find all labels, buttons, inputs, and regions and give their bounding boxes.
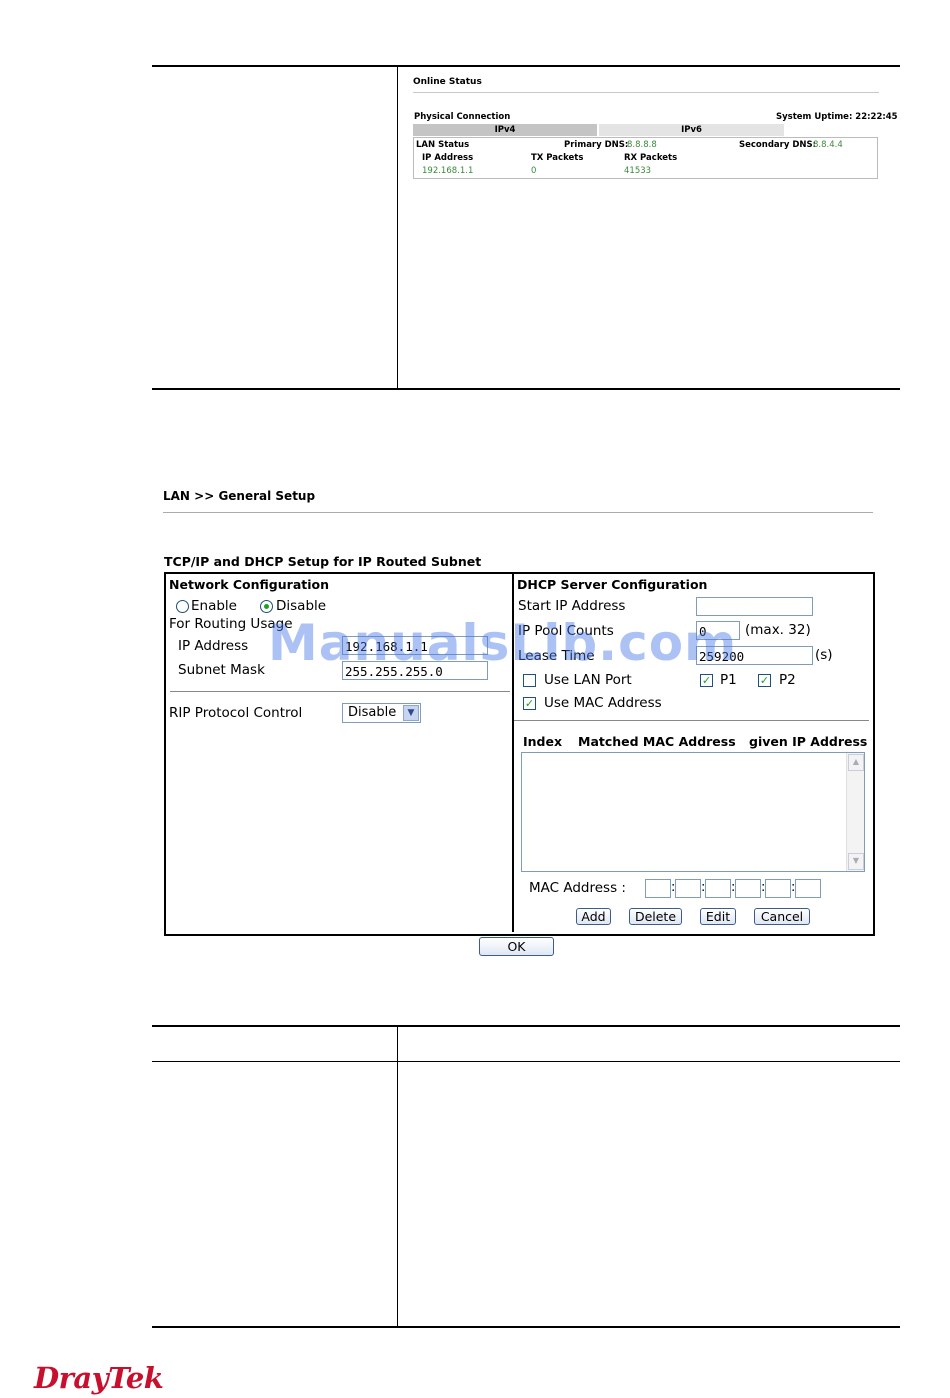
col-index: Index <box>523 734 563 749</box>
val-tx-packets: 0 <box>531 166 537 176</box>
bottom-table-header-rule <box>152 1061 900 1062</box>
secondary-dns-label: Secondary DNS: <box>739 140 817 150</box>
cancel-button[interactable]: Cancel <box>754 908 810 925</box>
mac-address-label: MAC Address : <box>529 880 626 896</box>
mac-list-box[interactable]: ▲ ▼ <box>521 752 865 872</box>
mac-octet-5[interactable] <box>765 879 791 898</box>
system-uptime: System Uptime: 22:22:45 <box>776 112 898 122</box>
col-tx-packets: TX Packets <box>531 153 584 163</box>
mac-octet-2[interactable] <box>675 879 701 898</box>
val-rx-packets: 41533 <box>624 166 652 176</box>
dhcp-config-title: DHCP Server Configuration <box>517 577 708 592</box>
use-mac-label: Use MAC Address <box>544 695 662 711</box>
top-table-top-rule <box>152 65 900 67</box>
bottom-table-bottom-rule <box>152 1326 900 1328</box>
use-lan-port-checkbox[interactable] <box>523 674 536 687</box>
bottom-table-divider <box>397 1027 398 1326</box>
rip-select-value: Disable <box>348 705 397 720</box>
add-button[interactable]: Add <box>576 908 611 925</box>
lan-status-label: LAN Status <box>416 140 470 150</box>
col-given-ip: given IP Address <box>749 734 868 749</box>
p2-label: P2 <box>779 672 796 688</box>
val-ip-address: 192.168.1.1 <box>422 166 474 176</box>
mac-colon-3: : <box>731 880 736 895</box>
bottom-table-top-rule <box>152 1025 900 1027</box>
online-status-rule <box>413 92 879 93</box>
ok-button[interactable]: OK <box>479 937 554 956</box>
scrollbar[interactable]: ▲ ▼ <box>846 753 864 871</box>
primary-dns-label: Primary DNS: <box>564 140 629 150</box>
mac-octet-4[interactable] <box>735 879 761 898</box>
col-rx-packets: RX Packets <box>624 153 678 163</box>
delete-button[interactable]: Delete <box>629 908 682 925</box>
top-table-bottom-rule <box>152 388 900 390</box>
breadcrumb-rule <box>163 512 873 513</box>
enable-label: Enable <box>191 598 237 614</box>
subnet-mask-label: Subnet Mask <box>178 662 265 678</box>
p1-label: P1 <box>720 672 737 688</box>
edit-button[interactable]: Edit <box>700 908 736 925</box>
chevron-down-icon[interactable]: ▼ <box>403 705 419 721</box>
mac-octet-3[interactable] <box>705 879 731 898</box>
disable-radio[interactable] <box>260 600 273 613</box>
use-mac-checkbox[interactable]: ✓ <box>523 697 536 710</box>
start-ip-label: Start IP Address <box>518 598 626 614</box>
enable-radio[interactable] <box>176 600 189 613</box>
scroll-up-icon[interactable]: ▲ <box>848 754 864 771</box>
mac-octet-1[interactable] <box>645 879 671 898</box>
rip-select[interactable]: Disable ▼ <box>342 703 421 723</box>
use-lan-port-label: Use LAN Port <box>544 672 632 688</box>
mac-colon-2: : <box>701 880 706 895</box>
tab-ipv4[interactable]: IPv4 <box>413 124 597 136</box>
scroll-down-icon[interactable]: ▼ <box>848 853 864 870</box>
tab-ipv6[interactable]: IPv6 <box>599 124 784 136</box>
top-table-divider <box>397 67 398 388</box>
watermark: ManualsLib.com <box>268 614 738 672</box>
breadcrumb: LAN >> General Setup <box>163 489 316 503</box>
pool-counts-hint: (max. 32) <box>745 622 811 638</box>
rip-label: RIP Protocol Control <box>169 705 303 721</box>
col-matched-mac: Matched MAC Address <box>578 734 736 749</box>
secondary-dns-value: 8.8.4.4 <box>813 140 843 150</box>
section-title: TCP/IP and DHCP Setup for IP Routed Subn… <box>164 554 482 569</box>
mac-octet-6[interactable] <box>795 879 821 898</box>
p2-checkbox[interactable]: ✓ <box>758 674 771 687</box>
online-status-title: Online Status <box>413 77 482 87</box>
network-config-title: Network Configuration <box>169 577 329 592</box>
primary-dns-value: 8.8.8.8 <box>627 140 657 150</box>
col-ip-address: IP Address <box>422 153 474 163</box>
mac-colon-5: : <box>791 880 796 895</box>
dhcp-separator <box>514 720 869 721</box>
physical-connection-label: Physical Connection <box>414 112 511 122</box>
draytek-logo: DrayTek <box>34 1361 164 1395</box>
ip-address-label: IP Address <box>178 638 249 654</box>
mac-colon-1: : <box>671 880 676 895</box>
mac-colon-4: : <box>761 880 766 895</box>
network-separator <box>170 691 510 692</box>
lease-time-unit: (s) <box>815 647 833 663</box>
p1-checkbox[interactable]: ✓ <box>700 674 713 687</box>
disable-label: Disable <box>276 598 327 614</box>
